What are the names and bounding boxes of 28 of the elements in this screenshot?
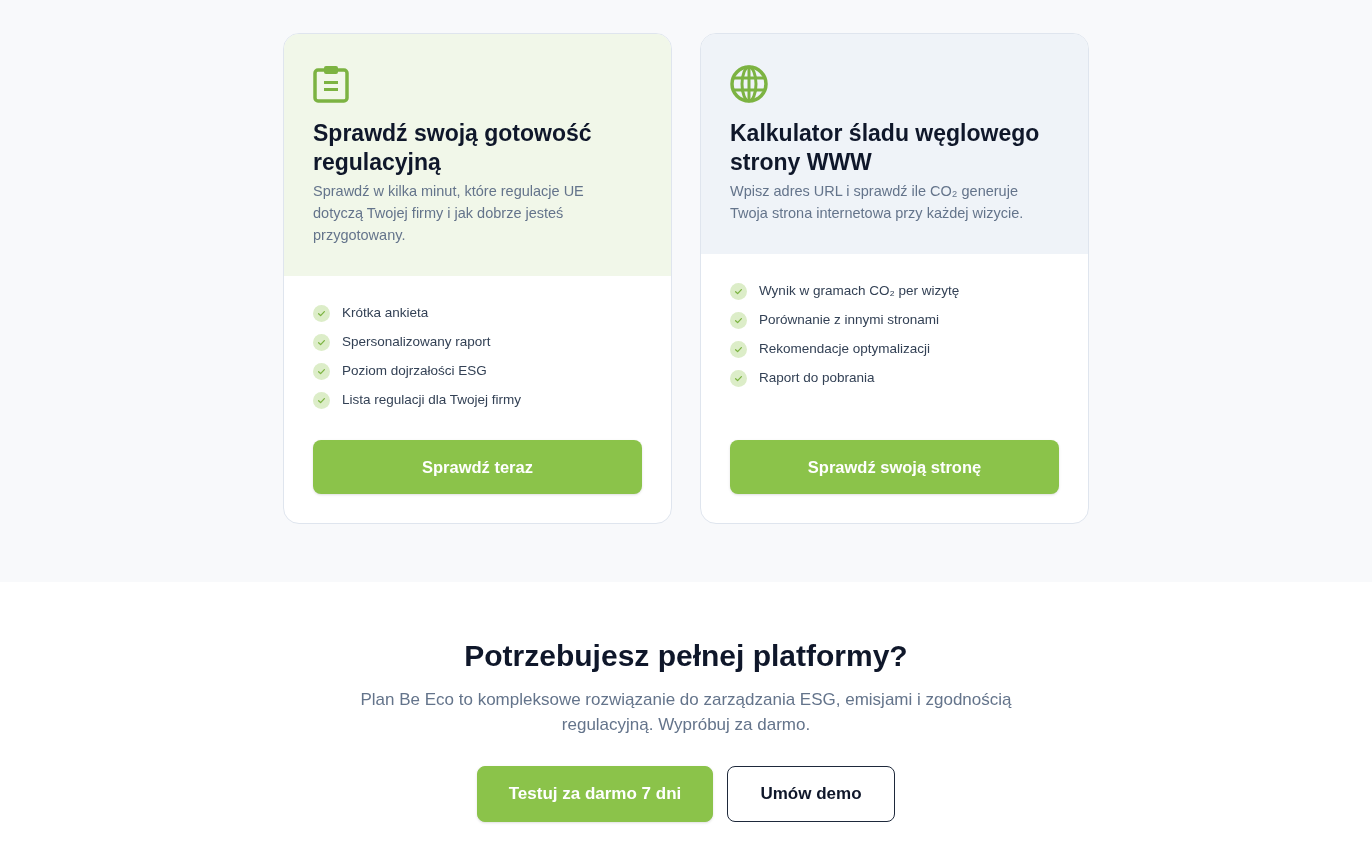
feature-text: Raport do pobrania: [759, 368, 875, 387]
feature-text: Spersonalizowany raport: [342, 332, 491, 351]
check-icon: [313, 304, 330, 322]
check-icon: [730, 311, 747, 329]
check-icon: [313, 391, 330, 409]
card-description: Sprawdź w kilka minut, które regulacje UE dotyczą Twojej firmy i jak dobrze jesteś przygotowany.: [313, 182, 585, 245]
globe-icon: [730, 65, 768, 103]
check-icon: [730, 340, 747, 358]
check-icon: [730, 282, 747, 300]
card-button[interactable]: Sprawdź teraz: [313, 440, 642, 494]
feature-text: Poziom dojrzałości ESG: [342, 361, 487, 380]
check-icon: [313, 333, 330, 351]
feature-text: Rekomendacje optymalizacji: [759, 339, 931, 358]
check-icon: [313, 362, 330, 380]
feature-text: Wynik w gramach CO₂ per wizytę: [759, 281, 960, 300]
card-button[interactable]: Sprawdź swoją stronę: [730, 440, 1059, 494]
feature-text: Krótka ankieta: [342, 303, 429, 322]
demo-button[interactable]: Umów demo: [727, 766, 895, 822]
feature-text: Lista regulacji dla Twojej firmy: [342, 390, 522, 409]
cta-title: Potrzebujesz pełnej platformy?: [464, 638, 908, 674]
check-icon: [730, 369, 747, 387]
feature-text: Porównanie z innymi stronami: [759, 310, 940, 329]
clipboard-icon: [313, 65, 349, 103]
card-title: Sprawdź swoją gotowość regulacyjną: [313, 119, 593, 177]
cta-description: Plan Be Eco to kompleksowe rozwiązanie do zarządzania ESG, emisjami i zgodnością regulacyjną. Wypróbuj za darmo.: [359, 689, 1013, 736]
trial-button[interactable]: Testuj za darmo 7 dni: [477, 766, 713, 822]
card-title: Kalkulator śladu węglowego strony WWW: [730, 119, 1041, 177]
card-description: Wpisz adres URL i sprawdź ile CO₂ generuje Twoja strona internetowa przy każdej wizycie.: [730, 182, 1025, 223]
